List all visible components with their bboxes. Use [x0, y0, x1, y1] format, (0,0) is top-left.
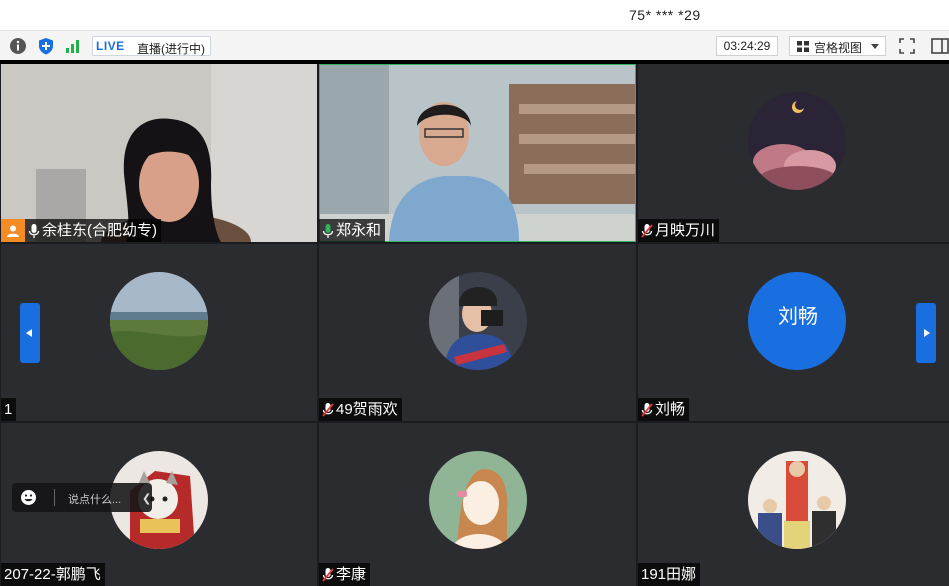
- live-status-button[interactable]: LIVE 直播(进行中): [92, 36, 211, 56]
- live-status-text: 直播(进行中): [137, 42, 205, 56]
- microphone-active-icon: [322, 223, 334, 238]
- chevron-down-icon: [871, 44, 879, 49]
- participant-tile[interactable]: 月映万川: [638, 64, 949, 242]
- avatar: [110, 272, 208, 370]
- participant-name: 1: [4, 401, 13, 418]
- avatar-initials: 刘畅: [778, 306, 818, 328]
- microphone-muted-icon: [641, 223, 653, 238]
- avatar: [429, 451, 527, 549]
- participant-name-bar: 余桂东(合肥幼专): [1, 219, 161, 242]
- live-tag: LIVE: [96, 39, 125, 53]
- participant-name: 191田娜: [641, 566, 697, 583]
- participant-name-bar: 191田娜: [638, 563, 701, 586]
- participant-name-bar: 1: [1, 398, 17, 421]
- previous-page-button[interactable]: [20, 303, 40, 363]
- participant-name-bar: 207-22-郭鹏飞: [1, 563, 105, 586]
- microphone-muted-icon: [322, 402, 334, 417]
- participant-tile[interactable]: 49贺雨欢: [319, 244, 636, 421]
- meeting-toolbar: LIVE 直播(进行中) 03:24:29 宫格视图: [0, 30, 949, 60]
- next-page-button[interactable]: [916, 303, 936, 363]
- participant-tile[interactable]: 刘畅 刘畅: [638, 244, 949, 421]
- title-bar: 75* *** *29: [0, 0, 949, 30]
- network-signal-icon[interactable]: [64, 37, 82, 55]
- avatar: 刘畅: [748, 272, 846, 370]
- avatar: [429, 272, 527, 370]
- participant-name-bar: 刘畅: [638, 398, 690, 421]
- grid-view-icon: [797, 41, 809, 52]
- microphone-muted-icon: [322, 567, 334, 582]
- participant-tile[interactable]: 郑永和: [319, 64, 636, 242]
- view-mode-label: 宫格视图: [814, 41, 863, 55]
- shield-icon[interactable]: [37, 37, 55, 55]
- fullscreen-icon[interactable]: [898, 37, 916, 55]
- avatar: [748, 92, 846, 190]
- participant-name: 49贺雨欢: [336, 401, 398, 418]
- sidebar-toggle-icon[interactable]: [930, 37, 949, 55]
- participant-name-bar: 49贺雨欢: [319, 398, 402, 421]
- video-feed: [319, 64, 636, 242]
- chat-placeholder[interactable]: 说点什么...: [68, 491, 121, 507]
- participant-tile[interactable]: 191田娜: [638, 423, 949, 586]
- host-badge: [1, 219, 25, 242]
- chevron-right-icon: [924, 329, 930, 337]
- divider: [54, 489, 55, 506]
- participant-name: 刘畅: [655, 401, 686, 418]
- participant-name-bar: 月映万川: [638, 219, 720, 242]
- chevron-left-icon: [26, 329, 32, 337]
- participant-tile[interactable]: 1: [1, 244, 317, 421]
- meeting-id: 75* *** *29: [629, 7, 701, 23]
- collapse-icon[interactable]: ❮: [142, 492, 151, 505]
- video-feed: [1, 64, 317, 242]
- participant-name-bar: 李康: [319, 563, 371, 586]
- participant-name: 余桂东(合肥幼专): [42, 222, 157, 239]
- meeting-timer: 03:24:29: [716, 36, 778, 56]
- participant-name: 月映万川: [655, 222, 716, 239]
- participant-name: 李康: [336, 566, 367, 583]
- chat-input-popover[interactable]: 说点什么... ❮: [12, 483, 152, 512]
- user-icon: [7, 225, 19, 237]
- view-mode-dropdown[interactable]: 宫格视图: [789, 36, 886, 56]
- info-icon[interactable]: [9, 37, 27, 55]
- microphone-muted-icon: [641, 402, 653, 417]
- microphone-icon: [28, 223, 40, 238]
- participant-tile[interactable]: 余桂东(合肥幼专): [1, 64, 317, 242]
- avatar: [748, 451, 846, 549]
- participant-name-bar: 郑永和: [319, 219, 386, 242]
- participant-name: 207-22-郭鹏飞: [4, 566, 101, 583]
- participant-tile[interactable]: 李康: [319, 423, 636, 586]
- video-grid: 余桂东(合肥幼专) 郑永和 月映万川 1 49贺雨欢 刘畅 刘畅 207-22-…: [0, 64, 949, 586]
- emoji-icon[interactable]: [20, 489, 37, 506]
- participant-name: 郑永和: [336, 222, 382, 239]
